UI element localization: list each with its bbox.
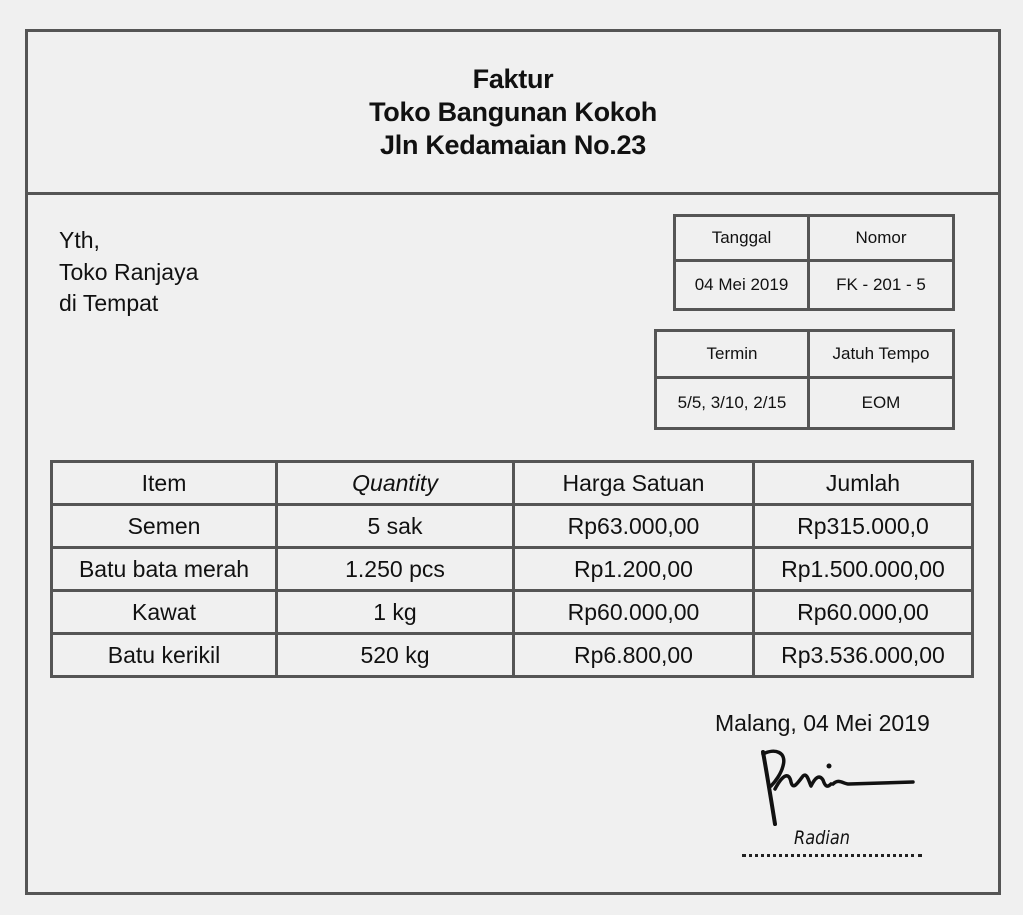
invoice-header: Faktur Toko Bangunan Kokoh Jln Kedamaian…: [28, 32, 998, 195]
header-total: Jumlah: [752, 460, 974, 506]
item-name: Kawat: [50, 589, 278, 635]
item-name: Batu kerikil: [50, 632, 278, 678]
date-label: Tanggal: [673, 214, 810, 262]
terms-due-table: Termin Jatuh Tempo 5/5, 3/10, 2/15 EOM: [654, 329, 955, 430]
header-unit-price: Harga Satuan: [512, 460, 755, 506]
header-item: Item: [50, 460, 278, 506]
date-value: 04 Mei 2019: [673, 259, 810, 311]
signature-line: [742, 854, 922, 857]
item-quantity: 1.250 pcs: [275, 546, 515, 592]
recipient-salutation: Yth,: [59, 227, 100, 253]
header-quantity: Quantity: [275, 460, 515, 506]
item-quantity: 5 sak: [275, 503, 515, 549]
signature-icon: [761, 749, 915, 826]
item-quantity: 520 kg: [275, 632, 515, 678]
table-row: Batu kerikil 520 kg Rp6.800,00 Rp3.536.0…: [50, 632, 974, 678]
item-name: Semen: [50, 503, 278, 549]
date-number-table: Tanggal Nomor 04 Mei 2019 FK - 201 - 5: [673, 214, 955, 311]
item-total: Rp60.000,00: [752, 589, 974, 635]
terms-value: 5/5, 3/10, 2/15: [654, 376, 810, 430]
item-unit-price: Rp6.800,00: [512, 632, 755, 678]
recipient-location: di Tempat: [59, 290, 159, 316]
number-value: FK - 201 - 5: [807, 259, 955, 311]
items-table: Item Quantity Harga Satuan Jumlah Semen …: [50, 460, 974, 678]
table-row: Kawat 1 kg Rp60.000,00 Rp60.000,00: [50, 589, 974, 635]
terms-label: Termin: [654, 329, 810, 379]
item-unit-price: Rp63.000,00: [512, 503, 755, 549]
store-address: Jln Kedamaian No.23: [380, 129, 646, 160]
item-total: Rp315.000,0: [752, 503, 974, 549]
item-total: Rp3.536.000,00: [752, 632, 974, 678]
item-quantity: 1 kg: [275, 589, 515, 635]
number-label: Nomor: [807, 214, 955, 262]
signer-name: Radian: [794, 827, 850, 849]
due-value: EOM: [807, 376, 955, 430]
item-name: Batu bata merah: [50, 546, 278, 592]
table-row: Batu bata merah 1.250 pcs Rp1.200,00 Rp1…: [50, 546, 974, 592]
item-total: Rp1.500.000,00: [752, 546, 974, 592]
invoice-title: Faktur: [472, 63, 554, 94]
store-name: Toko Bangunan Kokoh: [369, 96, 657, 127]
recipient-block: Yth, Toko Ranjaya di Tempat: [59, 225, 198, 320]
table-row: Semen 5 sak Rp63.000,00 Rp315.000,0: [50, 503, 974, 549]
due-label: Jatuh Tempo: [807, 329, 955, 379]
item-unit-price: Rp1.200,00: [512, 546, 755, 592]
items-header-row: Item Quantity Harga Satuan Jumlah: [50, 460, 974, 506]
recipient-name: Toko Ranjaya: [59, 258, 199, 285]
place-date: Malang, 04 Mei 2019: [715, 710, 930, 736]
item-unit-price: Rp60.000,00: [512, 589, 755, 635]
invoice-frame: Faktur Toko Bangunan Kokoh Jln Kedamaian…: [25, 29, 1001, 895]
